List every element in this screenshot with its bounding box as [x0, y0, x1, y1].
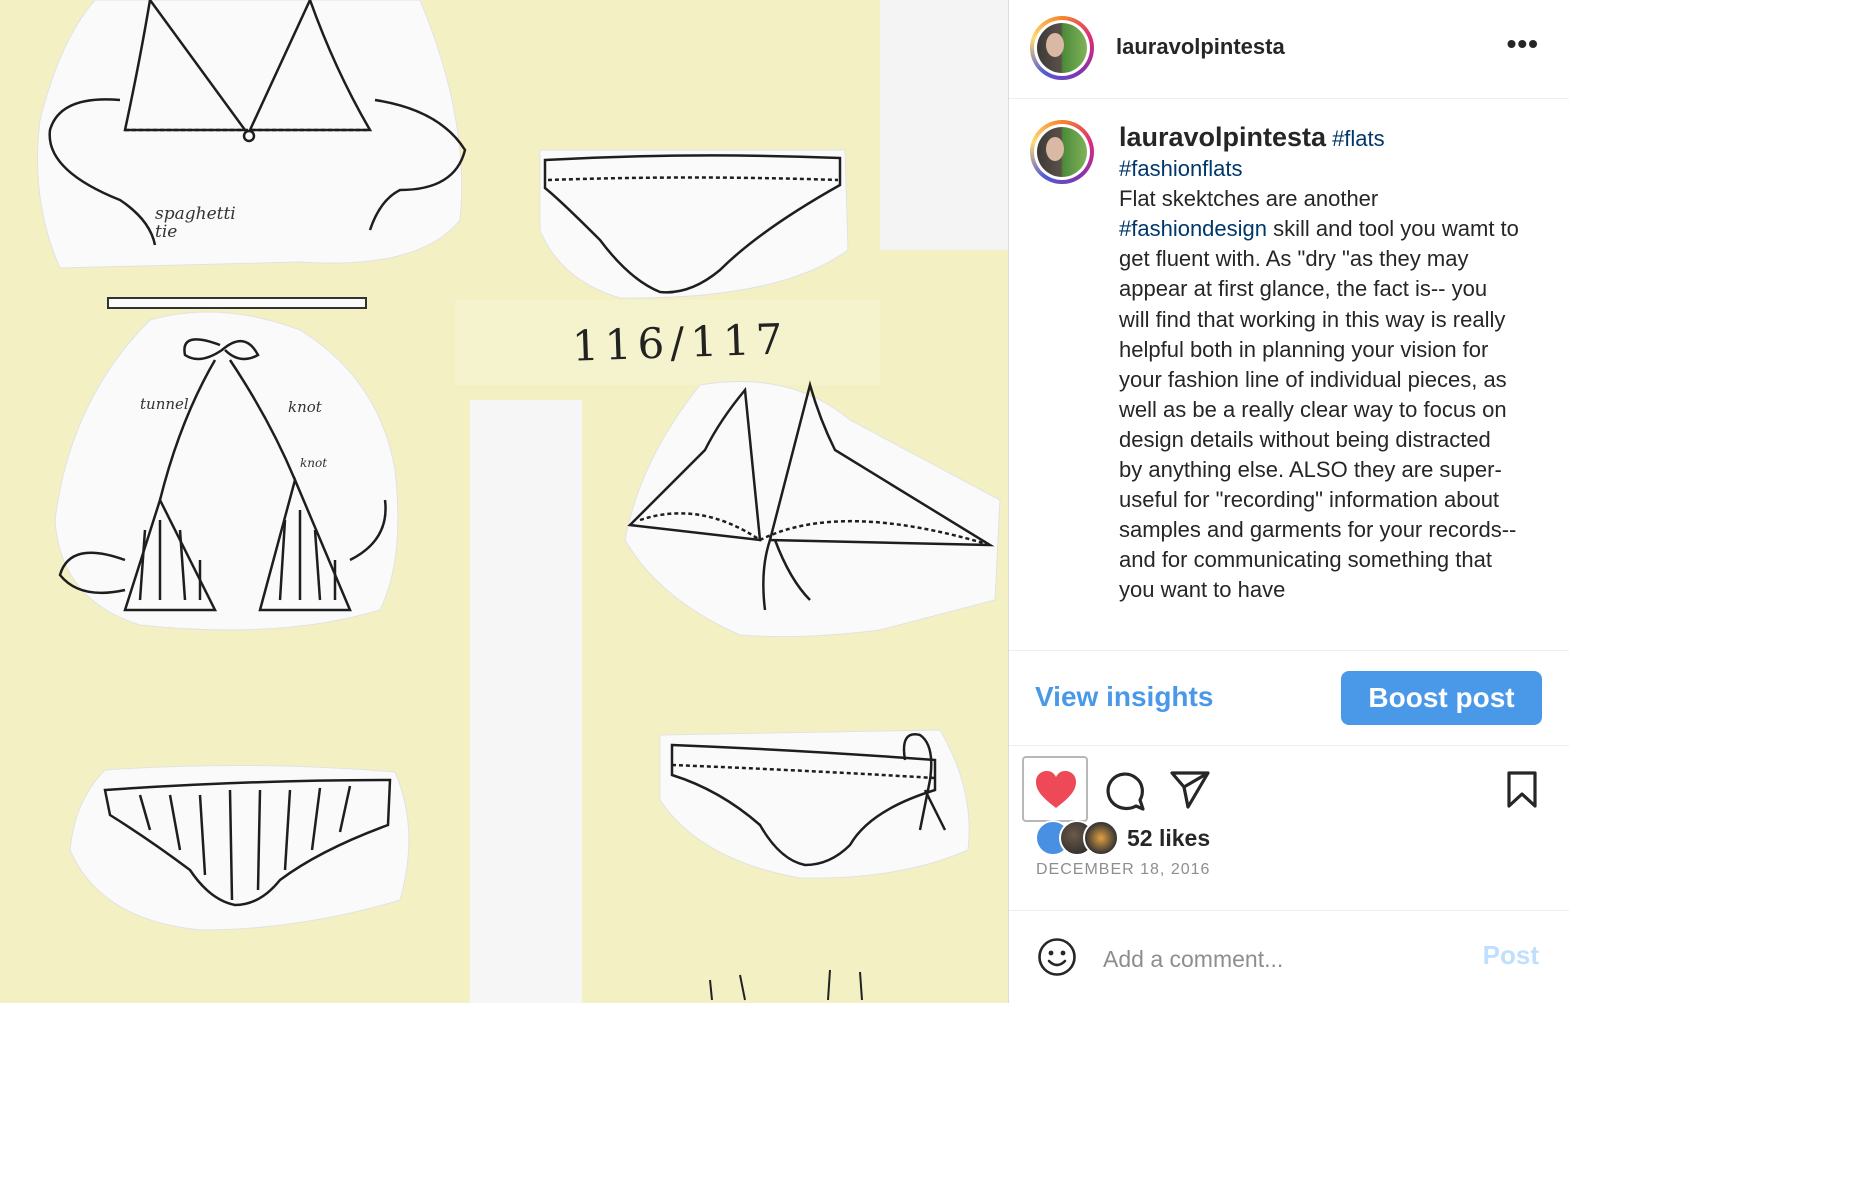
caption-area: lauravolpintesta #flats #fashionflats Flat… [1009, 100, 1569, 650]
sketch-number-label: 116/117 [571, 314, 790, 371]
comment-bar: Post [1009, 910, 1569, 1004]
hashtag-link[interactable]: #flats [1332, 126, 1385, 151]
avatar[interactable] [1030, 16, 1094, 80]
post-side-panel: lauravolpintesta ••• lauravolpintesta #fl… [1008, 0, 1569, 1003]
smiley-icon[interactable] [1037, 937, 1077, 977]
heart-icon[interactable] [1035, 770, 1077, 810]
note-spaghetti: spaghetti tie [155, 204, 236, 242]
hashtag-link[interactable]: #fashionflats [1119, 156, 1243, 181]
avatar [1083, 820, 1119, 856]
insights-bar: View insights Boost post [1009, 650, 1569, 746]
caption-text: lauravolpintesta #flats #fashionflats Flat… [1119, 122, 1519, 606]
caption-body: Flat skektches are another [1119, 186, 1379, 212]
more-options-icon[interactable]: ••• [1507, 30, 1539, 58]
hashtag-link[interactable]: #fashiondesign [1119, 216, 1267, 241]
boost-post-button[interactable]: Boost post [1341, 671, 1542, 725]
bookmark-icon[interactable] [1506, 771, 1538, 809]
comment-input[interactable] [1101, 941, 1465, 977]
note-tunnel: tunnel [140, 395, 189, 413]
caption-body: skill and tool you wamt to get fluent wi… [1119, 216, 1519, 603]
sketch-drawings [37, 0, 1001, 1001]
post-date[interactable]: DECEMBER 18, 2016 [1036, 861, 1210, 879]
paper-plane-icon[interactable] [1169, 770, 1211, 810]
post-photo[interactable]: 116/117 spaghetti tie tunnel knot knot [0, 0, 1008, 1003]
comment-icon[interactable] [1104, 770, 1146, 812]
liker-avatars[interactable] [1035, 820, 1125, 856]
note-knot: knot [288, 398, 322, 416]
post-header: lauravolpintesta ••• [1009, 0, 1569, 99]
view-insights-link[interactable]: View insights [1035, 681, 1213, 713]
actions-section: 52 likes DECEMBER 18, 2016 [1009, 745, 1569, 910]
likes-count[interactable]: 52 likes [1127, 825, 1210, 852]
header-username[interactable]: lauravolpintesta [1116, 34, 1285, 60]
caption-username[interactable]: lauravolpintesta [1119, 122, 1326, 152]
note-knot: knot [300, 456, 328, 470]
post-comment-button[interactable]: Post [1477, 939, 1545, 972]
caption-avatar[interactable] [1030, 120, 1094, 184]
